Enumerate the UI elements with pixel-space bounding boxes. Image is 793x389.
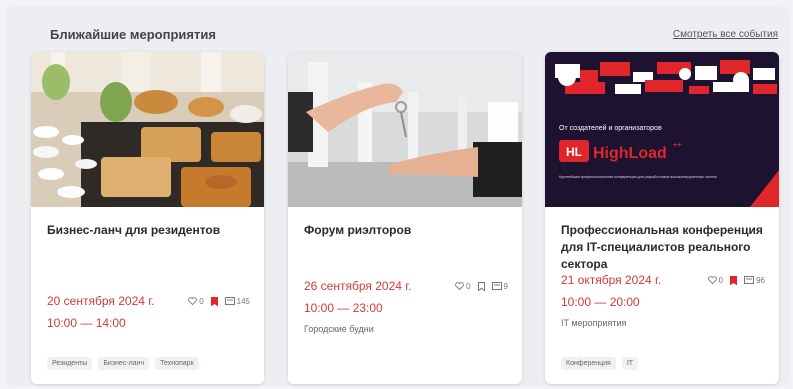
heart-icon: [707, 276, 717, 284]
banner-logo-name: HighLoad: [593, 145, 667, 162]
section-title: Ближайшие мероприятия: [50, 26, 216, 42]
event-time: 10:00 — 23:00: [304, 301, 383, 315]
views-icon: [491, 282, 502, 290]
event-stats: 0 145: [188, 296, 250, 306]
event-time: 10:00 — 20:00: [561, 295, 640, 309]
banner-caption: От создателей и организаторов: [559, 124, 662, 132]
event-meta-row: 21 октября 2024 г. 0 96: [561, 273, 765, 287]
event-card-1[interactable]: Бизнес-ланч для резидентов 20 сентября 2…: [31, 52, 264, 384]
event-title[interactable]: Бизнес-ланч для резидентов: [47, 222, 250, 239]
tag[interactable]: Бизнес-ланч: [98, 357, 150, 370]
event-category: Городские будни: [304, 324, 374, 334]
event-date: 21 октября 2024 г.: [561, 273, 662, 287]
views-stat: 145: [224, 296, 250, 306]
bookmark-icon[interactable]: [210, 296, 218, 306]
heart-icon: [188, 297, 198, 305]
views-icon: [224, 297, 235, 305]
event-card-3[interactable]: От создателей и организаторов HL HighLoa…: [545, 52, 779, 384]
heart-icon: [455, 282, 464, 290]
tag[interactable]: Конференция: [561, 357, 616, 370]
views-count: 9: [503, 281, 508, 291]
tag[interactable]: Резиденты: [47, 357, 93, 370]
event-time: 10:00 — 14:00: [47, 316, 126, 330]
events-section: Ближайшие мероприятия Смотреть все событ…: [6, 6, 790, 386]
bookmark-icon[interactable]: [730, 275, 738, 285]
tag[interactable]: IT: [621, 357, 639, 370]
all-events-link[interactable]: Смотреть все события: [673, 29, 778, 40]
event-title[interactable]: Профессиональная конференция для IT-спец…: [561, 222, 765, 273]
banner-logo-sup: ++: [673, 142, 681, 149]
event-card-2[interactable]: Форум риэлторов 26 сентября 2024 г. 0 9 …: [288, 52, 522, 384]
views-stat: 96: [744, 276, 765, 285]
views-stat: 9: [491, 281, 508, 291]
event-category: IT мероприятия: [561, 318, 627, 328]
event-stats: 0 96: [707, 275, 765, 285]
views-count: 96: [756, 275, 765, 285]
event-title[interactable]: Форум риэлторов: [304, 222, 508, 239]
banner-subcaption: Крупнейшая профессиональная конференция …: [559, 175, 717, 179]
event-image-keys-handover[interactable]: [288, 52, 522, 207]
event-tags: Резиденты Бизнес-ланч Технопарк: [47, 357, 199, 370]
likes-stat[interactable]: 0: [188, 296, 204, 306]
event-date: 20 сентября 2024 г.: [47, 294, 155, 308]
event-stats: 0 9: [455, 281, 508, 291]
event-image-buffet[interactable]: [31, 52, 264, 207]
likes-stat[interactable]: 0: [455, 281, 471, 291]
tag[interactable]: Технопарк: [155, 357, 199, 370]
likes-count: 0: [199, 296, 204, 306]
event-meta-row: 26 сентября 2024 г. 0 9: [304, 279, 508, 293]
bookmark-icon[interactable]: [477, 281, 485, 291]
banner-logo-abbr: HL: [566, 145, 582, 159]
event-tags: Конференция IT: [561, 357, 639, 370]
event-date: 26 сентября 2024 г.: [304, 279, 412, 293]
views-count: 145: [236, 296, 250, 306]
likes-count: 0: [718, 275, 724, 285]
event-image-highload-banner[interactable]: От создателей и организаторов HL HighLoa…: [545, 52, 779, 207]
event-meta-row: 20 сентября 2024 г. 0 145: [47, 294, 250, 308]
likes-stat[interactable]: 0: [707, 275, 724, 285]
section-header: Ближайшие мероприятия Смотреть все событ…: [50, 24, 778, 44]
likes-count: 0: [466, 281, 471, 291]
views-icon: [744, 276, 755, 284]
